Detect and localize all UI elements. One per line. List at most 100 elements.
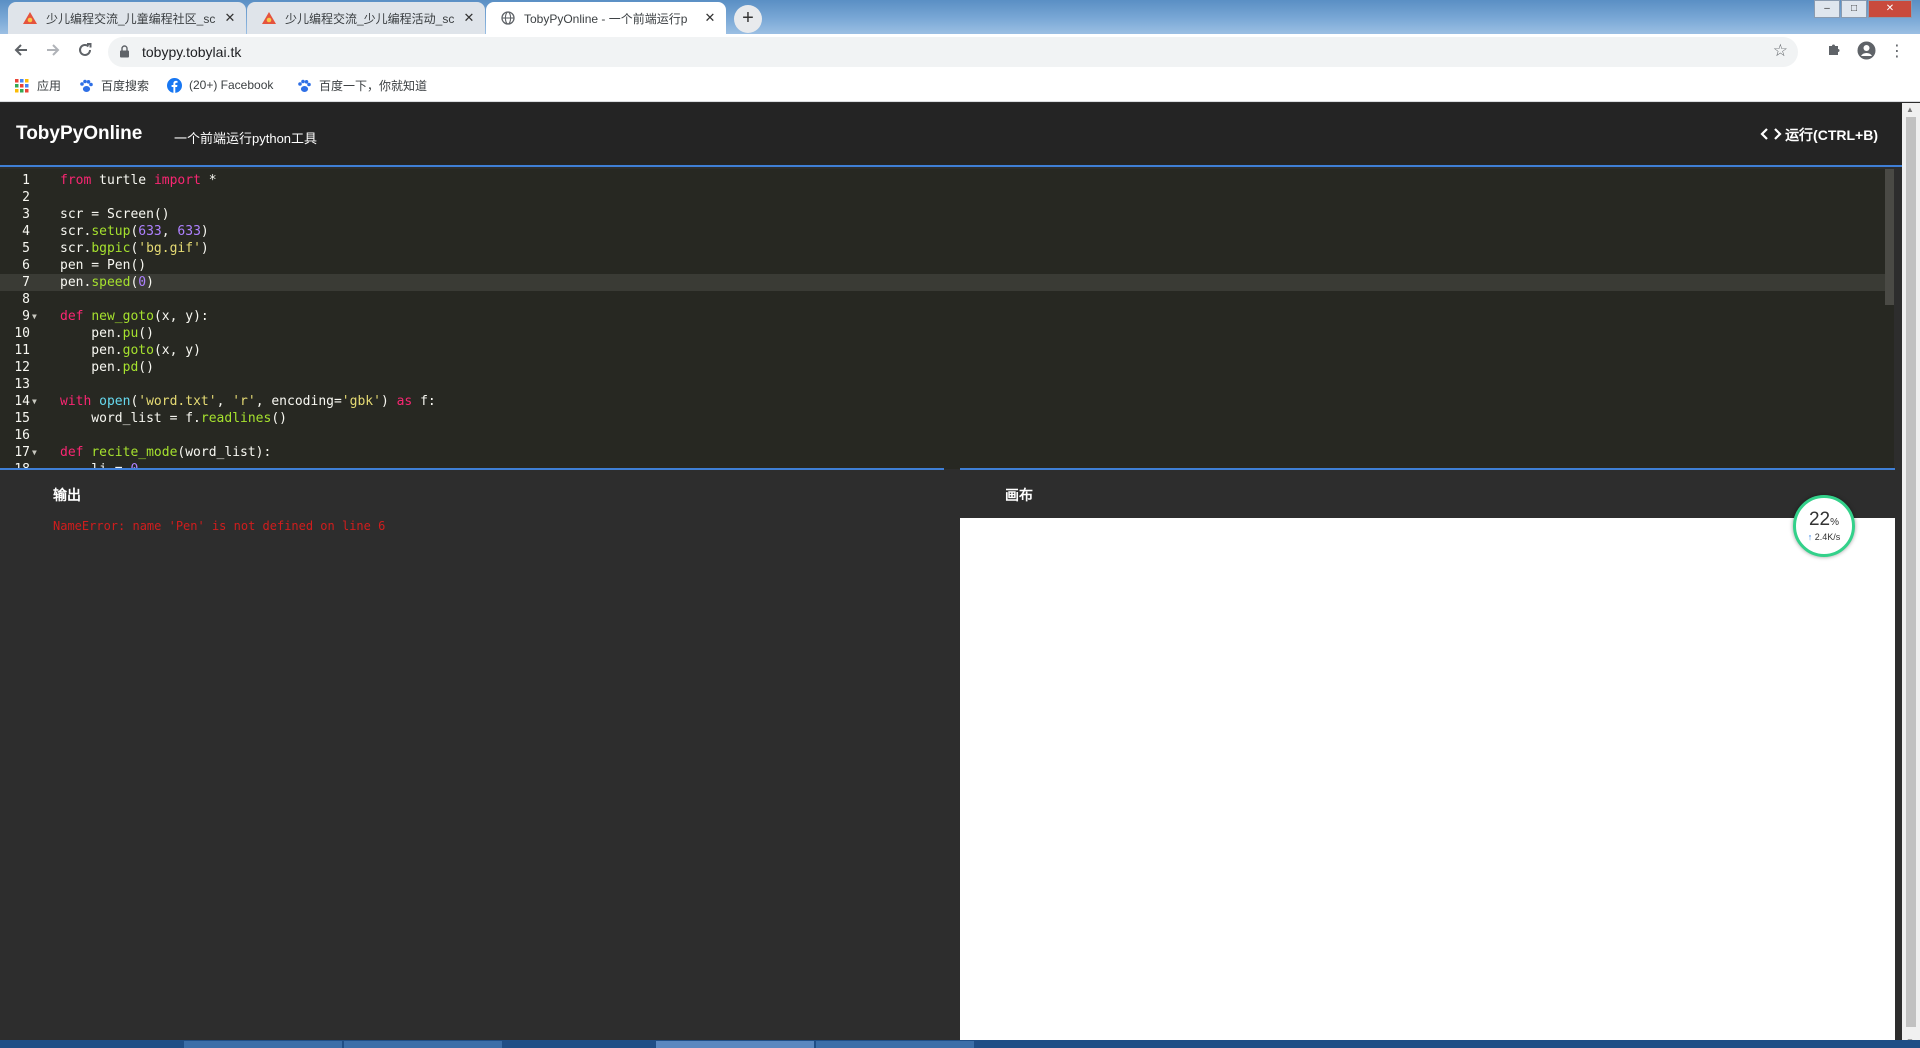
line-number: 8 xyxy=(22,292,30,307)
code-line[interactable]: 16 xyxy=(0,427,1894,444)
code-editor[interactable]: 1 from turtle import * 2 3 scr = Screen() 4 sc… xyxy=(0,169,1894,469)
line-number: 3 xyxy=(22,207,30,222)
code-line[interactable]: 5 scr.bgpic('bg.gif') xyxy=(0,240,1894,257)
code-text: with open('word.txt', 'r', encoding='gbk… xyxy=(60,394,436,409)
reload-icon[interactable] xyxy=(73,40,97,64)
scrollbar-thumb[interactable] xyxy=(1906,117,1916,1027)
app-subtitle: 一个前端运行python工具 xyxy=(174,131,318,146)
forward-arrow-icon[interactable] xyxy=(41,40,65,64)
bookmark-facebook[interactable]: (20+) Facebook xyxy=(166,77,273,93)
taskbar-item[interactable] xyxy=(344,1041,502,1048)
taskbar-item[interactable] xyxy=(656,1041,814,1048)
bookmark-star-icon[interactable]: ☆ xyxy=(1773,41,1788,61)
code-line[interactable]: 15 word_list = f.readlines() xyxy=(0,410,1894,427)
code-text: word_list = f.readlines() xyxy=(60,411,287,426)
line-number: 6 xyxy=(22,258,30,273)
network-speed-widget[interactable]: 22% ↑ 2.4K/s xyxy=(1793,495,1855,557)
bookmark-apps[interactable]: 应用 xyxy=(14,77,61,94)
page-scrollbar[interactable]: ▲ ▼ xyxy=(1902,103,1920,1048)
fold-arrow-icon[interactable]: ▼ xyxy=(32,308,37,325)
code-line[interactable]: 6 pen = Pen() xyxy=(0,257,1894,274)
bookmark-label: 百度搜索 xyxy=(101,79,150,93)
tab-title: 少儿编程交流_儿童编程社区_sc xyxy=(46,11,216,26)
close-window-icon[interactable]: ✕ xyxy=(1868,0,1912,18)
close-tab-icon[interactable]: ✕ xyxy=(702,10,718,26)
line-number: 9 xyxy=(22,309,30,324)
new-tab-button[interactable]: + xyxy=(734,5,762,33)
code-line[interactable]: 14 ▼ with open('word.txt', 'r', encoding='… xyxy=(0,393,1894,410)
upload-arrow-icon: ↑ xyxy=(1807,532,1813,542)
code-line[interactable]: 17 ▼ def recite_mode(word_list): xyxy=(0,444,1894,461)
baidu-paw-icon xyxy=(78,78,94,94)
code-line[interactable]: 4 scr.setup(633, 633) xyxy=(0,223,1894,240)
code-text: pen.pu() xyxy=(60,326,154,341)
tab-title: TobyPyOnline - 一个前端运行p xyxy=(524,11,688,26)
taskbar-item[interactable] xyxy=(184,1041,342,1048)
browser-tab[interactable]: 少儿编程交流_少儿编程活动_scr ✕ xyxy=(247,2,485,34)
bookmark-baidu-search[interactable]: 百度搜索 xyxy=(78,77,149,94)
maximize-window-icon[interactable]: □ xyxy=(1841,0,1867,18)
turtle-canvas[interactable] xyxy=(960,518,1895,1048)
line-number: 17 xyxy=(14,445,30,460)
code-line[interactable]: 1 from turtle import * xyxy=(0,172,1894,189)
code-line[interactable]: 12 pen.pd() xyxy=(0,359,1894,376)
lock-icon xyxy=(119,45,130,63)
app-brand[interactable]: TobyPyOnline xyxy=(16,123,142,145)
bookmarks-bar: 应用 百度搜索 (20+) Facebook 百度一下，你就知道 xyxy=(0,70,1920,102)
app-header: TobyPyOnline 一个前端运行python工具 运行(CTRL+B) xyxy=(0,103,1902,167)
code-line[interactable]: 10 pen.pu() xyxy=(0,325,1894,342)
bookmark-baidu[interactable]: 百度一下，你就知道 xyxy=(296,77,427,94)
code-line[interactable]: 13 xyxy=(0,376,1894,393)
site-favicon-icon xyxy=(22,10,38,26)
kebab-menu-icon[interactable]: ⋮ xyxy=(1886,41,1908,63)
code-line[interactable]: 8 xyxy=(0,291,1894,308)
code-line[interactable]: 9 ▼ def new_goto(x, y): xyxy=(0,308,1894,325)
canvas-title: 画布 xyxy=(1005,487,1033,503)
run-button-label: 运行(CTRL+B) xyxy=(1785,127,1878,143)
line-number: 1 xyxy=(22,173,30,188)
fold-arrow-icon[interactable]: ▼ xyxy=(32,393,37,410)
profile-avatar-icon[interactable] xyxy=(1855,41,1877,63)
apps-grid-icon xyxy=(14,78,30,94)
editor-scrollbar[interactable] xyxy=(1885,169,1894,305)
bookmark-label: (20+) Facebook xyxy=(189,78,274,92)
code-text: pen.speed(0) xyxy=(60,275,154,290)
back-arrow-icon[interactable] xyxy=(9,40,33,64)
browser-tab-active[interactable]: TobyPyOnline - 一个前端运行p ✕ xyxy=(486,2,726,34)
scroll-up-arrow-icon[interactable]: ▲ xyxy=(1906,105,1914,114)
taskbar-item[interactable] xyxy=(816,1041,974,1048)
code-text: pen.pd() xyxy=(60,360,154,375)
output-panel: 输出 NameError: name 'Pen' is not defined … xyxy=(0,470,944,1048)
line-number: 11 xyxy=(14,343,30,358)
speed-percent: 22% xyxy=(1808,509,1840,530)
code-text: pen = Pen() xyxy=(60,258,147,273)
line-number: 7 xyxy=(22,275,30,290)
code-line[interactable]: 2 xyxy=(0,189,1894,206)
code-line[interactable]: 11 pen.goto(x, y) xyxy=(0,342,1894,359)
code-text: def new_goto(x, y): xyxy=(60,309,209,324)
code-line[interactable]: 3 scr = Screen() xyxy=(0,206,1894,223)
line-number: 10 xyxy=(14,326,30,341)
output-title: 输出 xyxy=(53,487,81,503)
line-number: 14 xyxy=(14,394,30,409)
close-tab-icon[interactable]: ✕ xyxy=(222,10,238,26)
canvas-panel: 画布 xyxy=(960,470,1895,1048)
code-text: scr.bgpic('bg.gif') xyxy=(60,241,209,256)
line-number: 4 xyxy=(22,224,30,239)
line-number: 16 xyxy=(14,428,30,443)
fold-arrow-icon[interactable]: ▼ xyxy=(32,444,37,461)
facebook-icon xyxy=(166,77,182,93)
close-tab-icon[interactable]: ✕ xyxy=(461,10,477,26)
error-message: NameError: name 'Pen' is not defined on … xyxy=(53,519,386,533)
extensions-puzzle-icon[interactable] xyxy=(1823,41,1845,63)
code-text: def recite_mode(word_list): xyxy=(60,445,272,460)
code-text: from turtle import * xyxy=(60,173,217,188)
line-number: 12 xyxy=(14,360,30,375)
address-bar[interactable]: tobypy.tobylai.tk ☆ xyxy=(108,37,1798,67)
code-line[interactable]: 7 pen.speed(0) xyxy=(0,274,1894,291)
run-button[interactable]: 运行(CTRL+B) xyxy=(1760,125,1878,145)
line-number: 2 xyxy=(22,190,30,205)
browser-tab[interactable]: 少儿编程交流_儿童编程社区_sc ✕ xyxy=(8,2,246,34)
minimize-window-icon[interactable]: – xyxy=(1814,0,1840,18)
browser-tab-strip: 少儿编程交流_儿童编程社区_sc ✕ 少儿编程交流_少儿编程活动_scr ✕ T… xyxy=(0,0,1920,34)
